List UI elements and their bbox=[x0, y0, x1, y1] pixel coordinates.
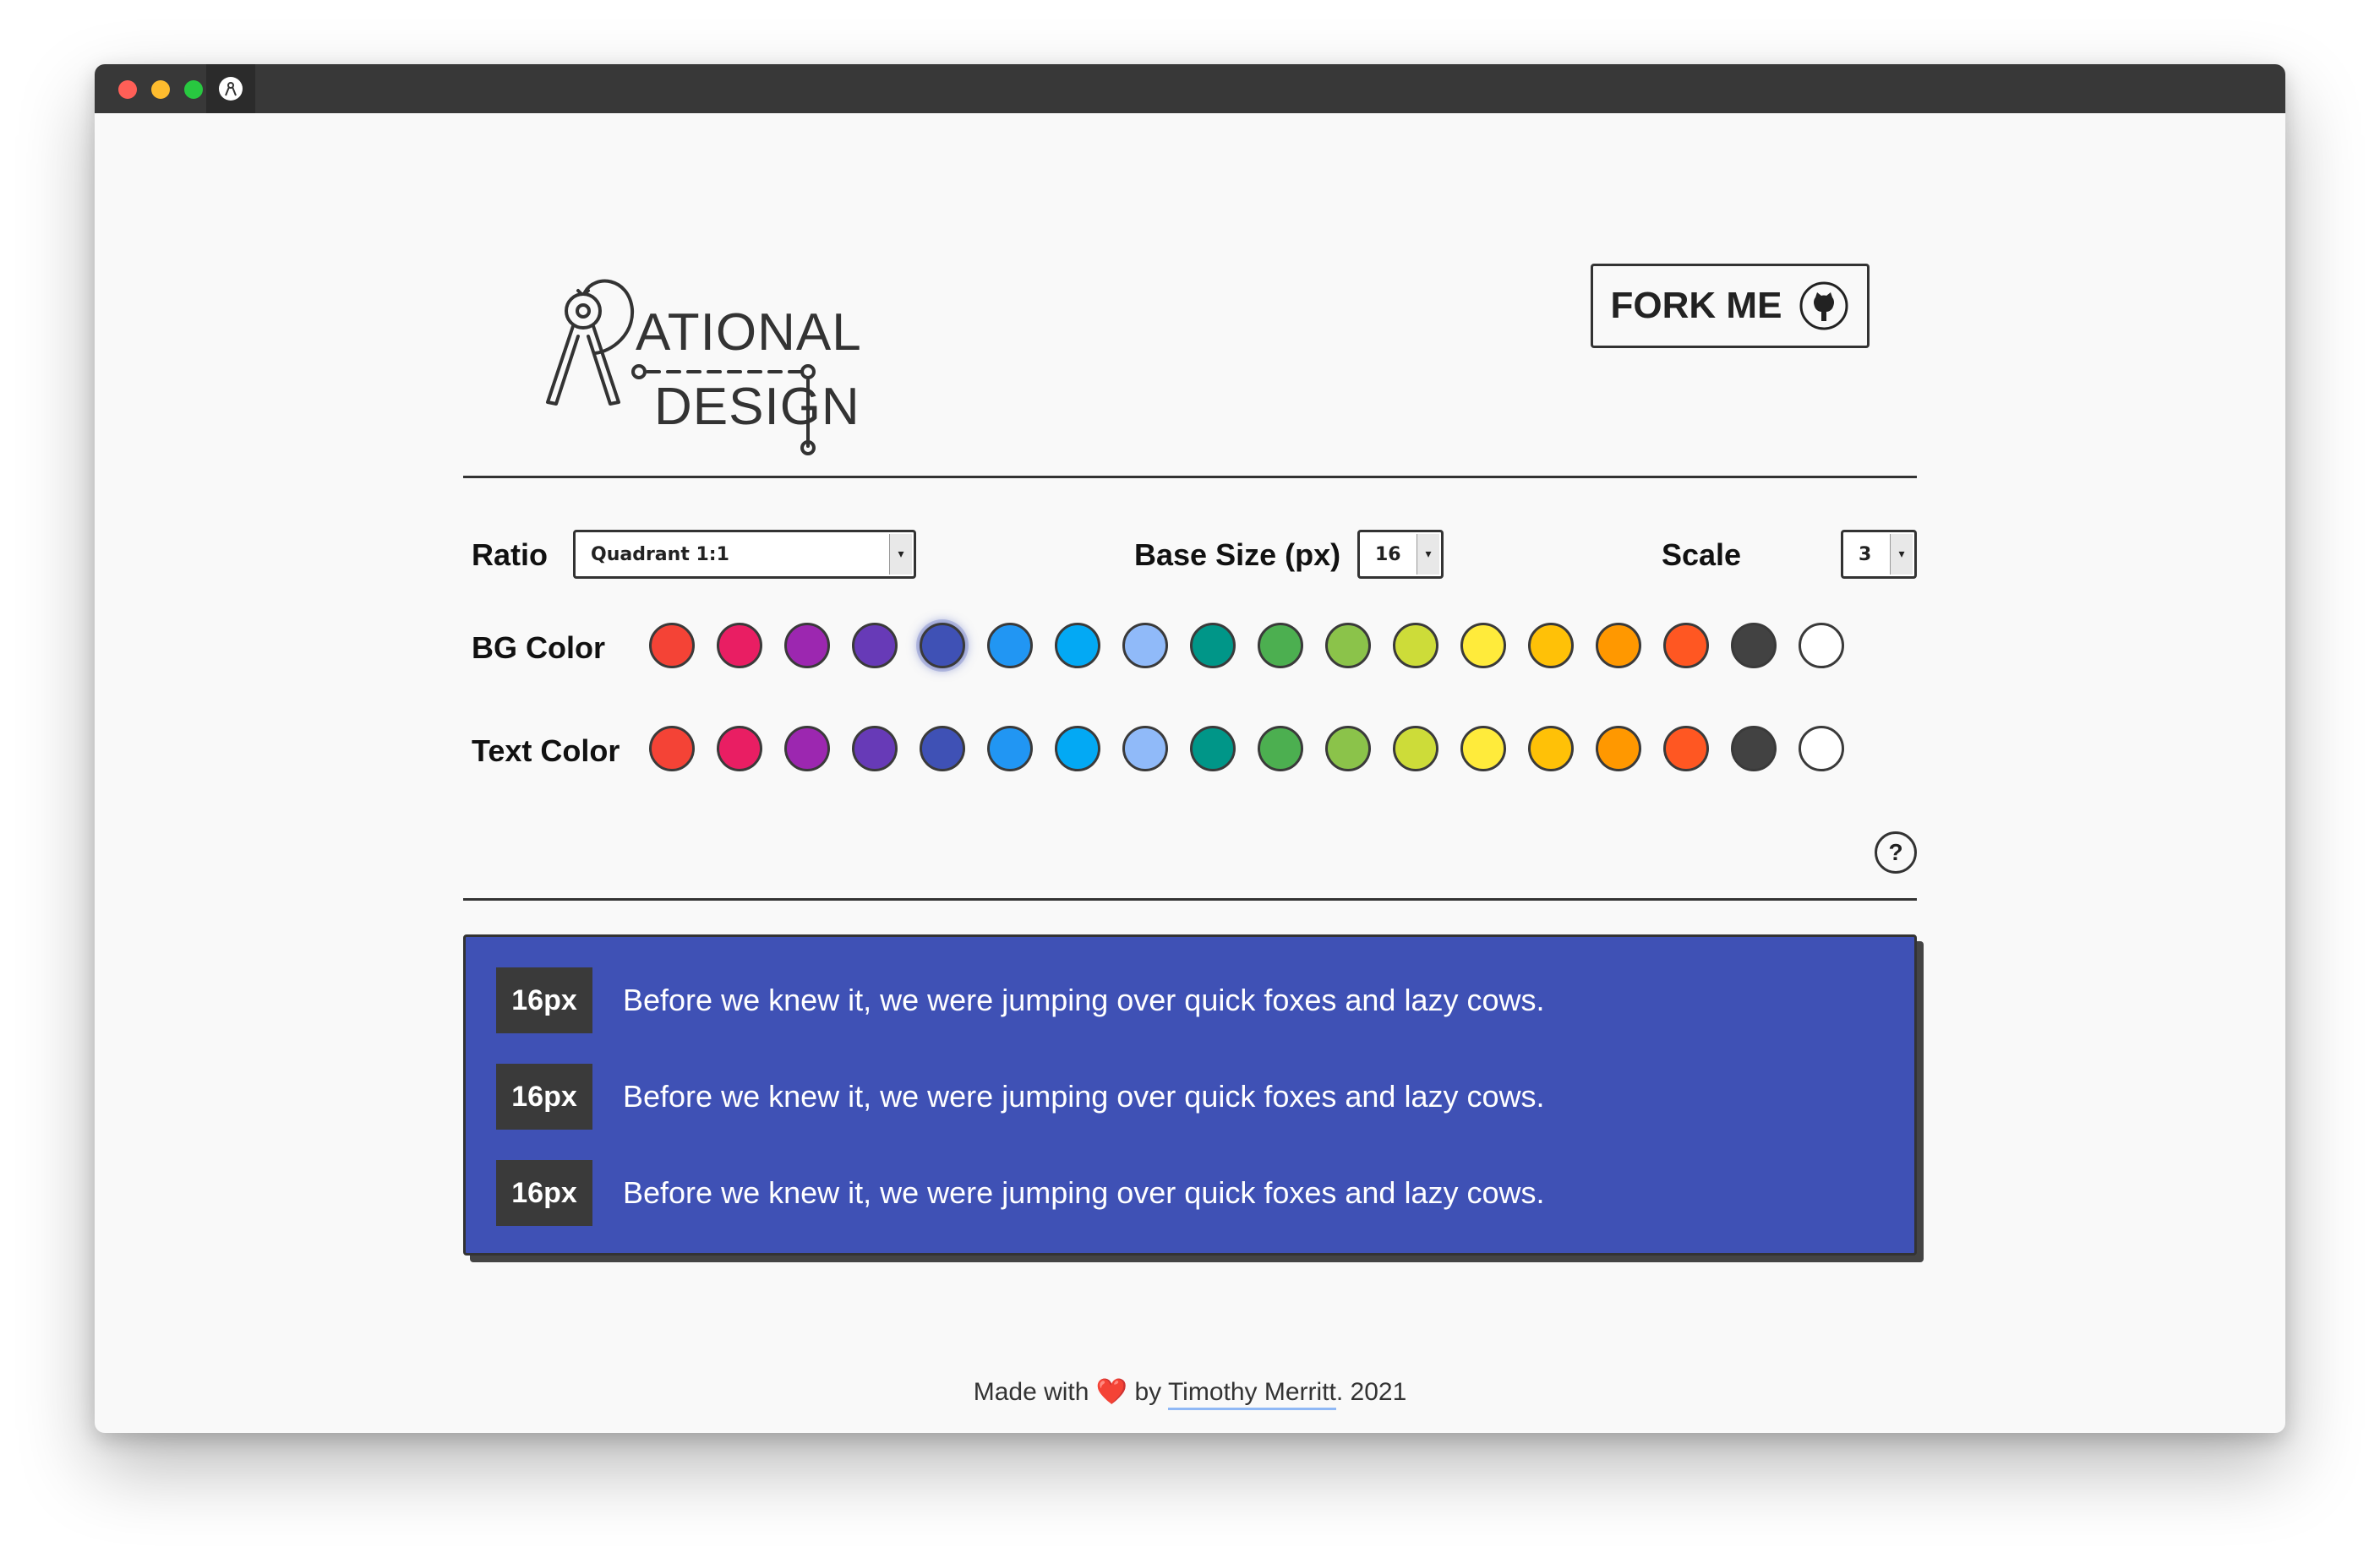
text-color-swatch[interactable] bbox=[852, 726, 898, 771]
text-color-swatch[interactable] bbox=[920, 726, 965, 771]
bg-color-swatch[interactable] bbox=[1258, 623, 1303, 668]
bg-color-swatch[interactable] bbox=[1393, 623, 1438, 668]
logo-top-word: ATIONAL bbox=[636, 303, 862, 362]
ratio-label: Ratio bbox=[472, 537, 548, 572]
base-size-select-value: 16 bbox=[1375, 543, 1401, 565]
close-window-button[interactable] bbox=[118, 80, 137, 99]
text-color-swatch[interactable] bbox=[1596, 726, 1641, 771]
chevron-down-icon: ▾ bbox=[1890, 534, 1913, 575]
bg-color-swatch[interactable] bbox=[987, 623, 1033, 668]
footer-by: by bbox=[1134, 1378, 1162, 1406]
bg-color-swatches bbox=[649, 623, 1844, 668]
bg-color-swatch[interactable] bbox=[1528, 623, 1574, 668]
bg-color-swatch[interactable] bbox=[649, 623, 695, 668]
text-color-swatch[interactable] bbox=[1460, 726, 1506, 771]
ratio-select-value: Quadrant 1:1 bbox=[591, 543, 729, 565]
preview-row: 16px Before we knew it, we were jumping … bbox=[496, 1160, 1545, 1226]
browser-window: ATIONAL DESIGN FORK ME Ratio Quadrant 1:… bbox=[95, 64, 2285, 1433]
preview-sample-text: Before we knew it, we were jumping over … bbox=[623, 1175, 1545, 1210]
text-color-swatch[interactable] bbox=[717, 726, 762, 771]
text-color-swatch[interactable] bbox=[784, 726, 830, 771]
base-size-select[interactable]: 16 ▾ bbox=[1357, 530, 1444, 579]
type-scale-preview: 16px Before we knew it, we were jumping … bbox=[463, 934, 1917, 1256]
compass-icon bbox=[219, 77, 243, 101]
help-button[interactable]: ? bbox=[1875, 831, 1917, 874]
bg-color-swatch[interactable] bbox=[1596, 623, 1641, 668]
text-color-swatch[interactable] bbox=[1731, 726, 1777, 771]
text-color-swatch[interactable] bbox=[1799, 726, 1844, 771]
footer-year: . 2021 bbox=[1335, 1378, 1407, 1406]
scale-label: Scale bbox=[1662, 537, 1742, 572]
preview-sample-text: Before we knew it, we were jumping over … bbox=[623, 1079, 1545, 1114]
chevron-down-icon: ▾ bbox=[1417, 534, 1439, 575]
text-color-swatch[interactable] bbox=[1528, 726, 1574, 771]
bg-color-swatch[interactable] bbox=[1055, 623, 1100, 668]
text-color-swatch[interactable] bbox=[1055, 726, 1100, 771]
size-badge: 16px bbox=[496, 967, 592, 1033]
title-bar bbox=[95, 64, 2285, 113]
bg-color-swatch[interactable] bbox=[1460, 623, 1506, 668]
maximize-window-button[interactable] bbox=[184, 80, 203, 99]
text-color-swatches bbox=[649, 726, 1844, 771]
fork-me-button[interactable]: FORK ME bbox=[1591, 264, 1870, 348]
github-icon bbox=[1799, 281, 1848, 330]
bg-color-swatch[interactable] bbox=[1799, 623, 1844, 668]
text-color-swatch[interactable] bbox=[649, 726, 695, 771]
bottom-divider bbox=[463, 898, 1917, 901]
bg-color-label: BG Color bbox=[472, 630, 605, 665]
top-divider bbox=[463, 476, 1917, 478]
bg-color-swatch[interactable] bbox=[852, 623, 898, 668]
bg-color-swatch[interactable] bbox=[1190, 623, 1236, 668]
text-color-swatch[interactable] bbox=[1663, 726, 1709, 771]
base-size-label: Base Size (px) bbox=[1134, 537, 1341, 572]
footer: Made with ❤️ by Timothy Merritt. 2021 bbox=[95, 1377, 2285, 1410]
bg-color-swatch[interactable] bbox=[717, 623, 762, 668]
author-link[interactable]: Timothy Merritt bbox=[1167, 1378, 1336, 1410]
ratio-select[interactable]: Quadrant 1:1 ▾ bbox=[573, 530, 916, 579]
size-badge: 16px bbox=[496, 1160, 592, 1226]
text-color-swatch[interactable] bbox=[1190, 726, 1236, 771]
chevron-down-icon: ▾ bbox=[889, 534, 912, 575]
text-color-swatch[interactable] bbox=[987, 726, 1033, 771]
text-color-swatch[interactable] bbox=[1258, 726, 1303, 771]
size-badge: 16px bbox=[496, 1064, 592, 1130]
heart-icon: ❤️ bbox=[1095, 1378, 1128, 1406]
bg-color-swatch[interactable] bbox=[1731, 623, 1777, 668]
text-color-label: Text Color bbox=[472, 733, 620, 768]
bg-color-swatch[interactable] bbox=[920, 623, 965, 668]
scale-select[interactable]: 3 ▾ bbox=[1841, 530, 1917, 579]
bg-color-swatch[interactable] bbox=[1325, 623, 1371, 668]
footer-made-with: Made with bbox=[973, 1378, 1089, 1406]
bg-color-swatch[interactable] bbox=[784, 623, 830, 668]
scale-select-value: 3 bbox=[1859, 543, 1872, 565]
bg-color-swatch[interactable] bbox=[1663, 623, 1709, 668]
text-color-swatch[interactable] bbox=[1122, 726, 1168, 771]
preview-row: 16px Before we knew it, we were jumping … bbox=[496, 1064, 1545, 1130]
preview-row: 16px Before we knew it, we were jumping … bbox=[496, 967, 1545, 1033]
logo-bottom-word: DESIGN bbox=[654, 378, 860, 436]
rational-design-logo[interactable]: ATIONAL DESIGN bbox=[544, 225, 882, 455]
minimize-window-button[interactable] bbox=[151, 80, 170, 99]
preview-sample-text: Before we knew it, we were jumping over … bbox=[623, 983, 1545, 1017]
bg-color-swatch[interactable] bbox=[1122, 623, 1168, 668]
tab-favicon[interactable] bbox=[206, 64, 255, 113]
fork-me-label: FORK ME bbox=[1610, 285, 1782, 326]
text-color-swatch[interactable] bbox=[1393, 726, 1438, 771]
text-color-swatch[interactable] bbox=[1325, 726, 1371, 771]
